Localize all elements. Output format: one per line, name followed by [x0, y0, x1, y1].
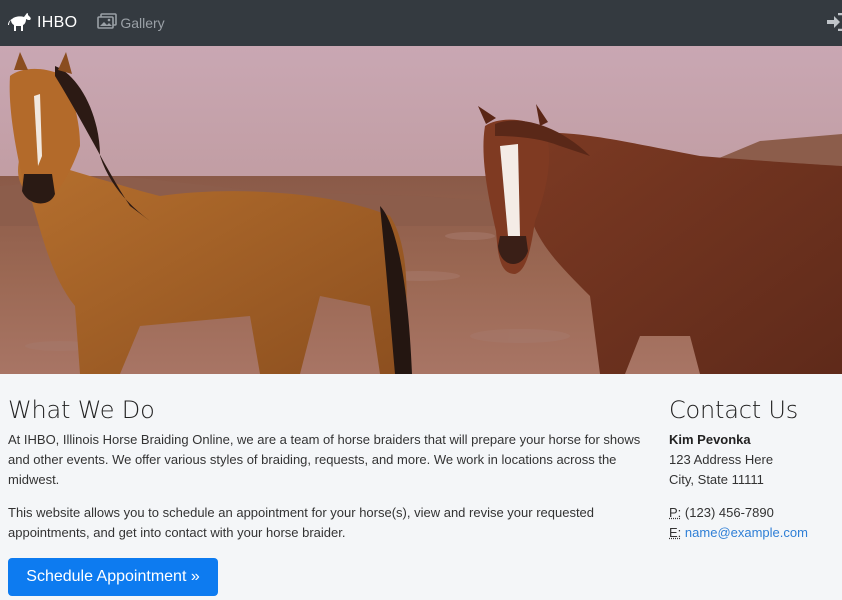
sign-in-button[interactable]: [826, 13, 842, 33]
content-section: What We Do At IHBO, Illinois Horse Braid…: [0, 374, 842, 600]
contact-heading: Contact Us: [669, 396, 799, 424]
schedule-appointment-button[interactable]: Schedule Appointment »: [8, 558, 218, 596]
horse-icon: [8, 10, 32, 37]
what-we-do-heading: What We Do: [8, 396, 155, 424]
nav-gallery-label: Gallery: [120, 15, 165, 31]
brand-link[interactable]: IHBO: [8, 10, 77, 37]
address-line-1: 123 Address Here: [669, 452, 774, 467]
navbar: IHBO Gallery: [0, 0, 842, 46]
sign-in-icon: [826, 13, 842, 33]
email-row: E: name@example.com: [669, 523, 839, 543]
phone-number: (123) 456-7890: [684, 505, 774, 520]
email-link[interactable]: name@example.com: [685, 525, 808, 540]
address-line-2: City, State 11111: [669, 472, 764, 487]
what-we-do-section: What We Do At IHBO, Illinois Horse Braid…: [8, 394, 648, 543]
what-we-do-paragraph-2: This website allows you to schedule an a…: [8, 505, 595, 540]
phone-row: P: (123) 456-7890: [669, 503, 839, 523]
nav-gallery[interactable]: Gallery: [97, 12, 165, 34]
brand-name: IHBO: [37, 14, 78, 31]
what-we-do-paragraph-1: At IHBO, Illinois Horse Braiding Online,…: [8, 432, 641, 487]
hero-image: [0, 46, 842, 374]
email-label: E:: [669, 525, 682, 540]
images-icon: [97, 12, 118, 34]
contact-section: Contact Us Kim Pevonka 123 Address Here …: [669, 394, 839, 543]
phone-label: P:: [669, 505, 682, 520]
contact-name: Kim Pevonka: [669, 432, 751, 447]
